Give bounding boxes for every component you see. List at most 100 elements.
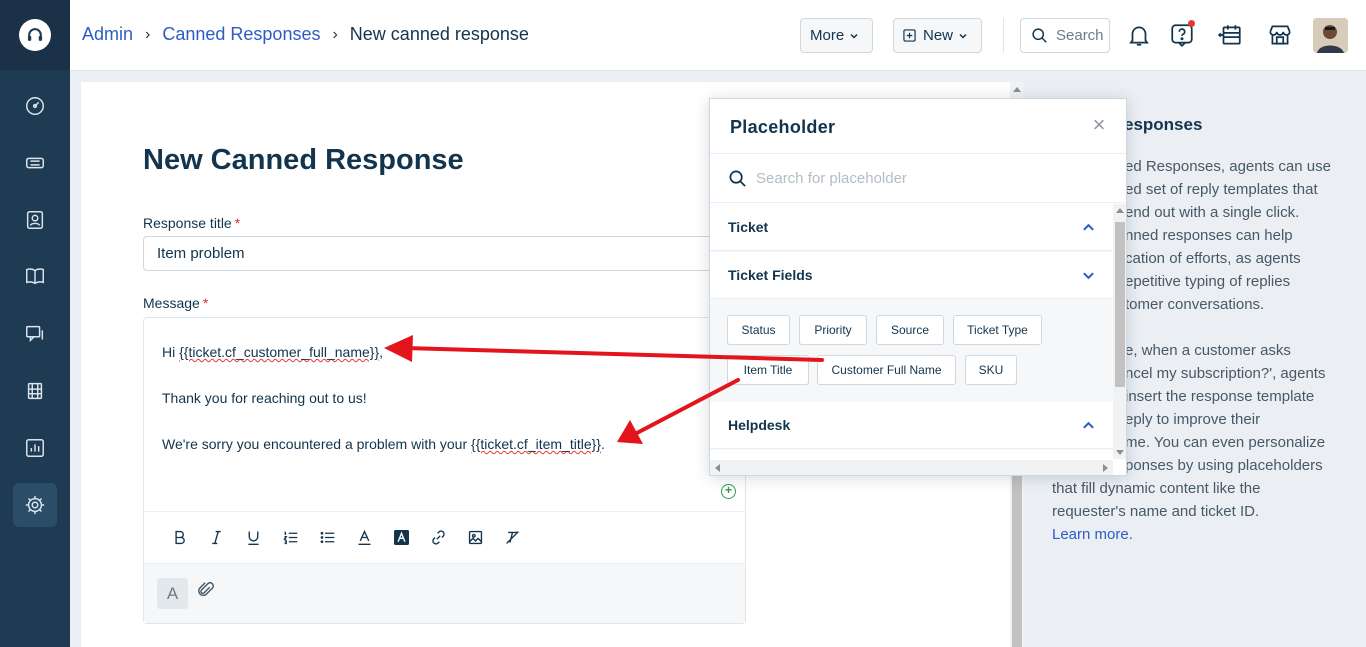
bullet-list-icon — [320, 531, 335, 544]
popover-title: Placeholder — [730, 117, 836, 137]
left-sidebar — [0, 0, 70, 647]
help-button[interactable] — [1167, 20, 1197, 50]
chip-priority[interactable]: Priority — [799, 315, 867, 345]
scroll-up-arrow[interactable] — [1116, 208, 1124, 213]
chevron-down-icon — [959, 33, 967, 39]
editor-footer: A — [144, 563, 745, 623]
insert-placeholder-icon[interactable]: + — [721, 484, 736, 499]
new-button[interactable]: New — [893, 18, 982, 53]
placeholder-search-input[interactable] — [756, 169, 1056, 187]
scroll-thumb[interactable] — [1115, 222, 1125, 387]
user-avatar[interactable] — [1313, 18, 1348, 53]
placeholder-list: Ticket Ticket Fields Status Priority Sou… — [710, 204, 1113, 459]
sidebar-item-team-huddle[interactable] — [13, 369, 57, 413]
scroll-right-arrow[interactable] — [1103, 464, 1108, 472]
response-title-value: Item problem — [157, 245, 245, 262]
headset-icon — [19, 19, 51, 51]
sidebar-item-admin[interactable] — [13, 483, 57, 527]
chevron-up-icon — [1083, 223, 1094, 231]
page-title: New Canned Response — [143, 144, 464, 176]
more-button[interactable]: More — [800, 18, 873, 53]
section-ticket-fields-label: Ticket Fields — [728, 267, 813, 283]
chip-ticket-type[interactable]: Ticket Type — [953, 315, 1042, 345]
sidebar-item-tickets[interactable] — [13, 141, 57, 185]
editor-toolbar — [144, 511, 745, 563]
global-search[interactable]: Search — [1020, 18, 1110, 53]
attach-button[interactable] — [197, 581, 221, 605]
italic-button[interactable] — [198, 523, 235, 553]
popover-vertical-scrollbar[interactable] — [1113, 204, 1126, 459]
planner-icon — [1217, 25, 1241, 45]
placeholder-search[interactable] — [710, 153, 1126, 203]
app-logo[interactable] — [0, 0, 70, 70]
new-label: New — [923, 27, 954, 44]
chip-status[interactable]: Status — [727, 315, 790, 345]
underline-button[interactable] — [235, 523, 272, 553]
breadcrumb-admin[interactable]: Admin — [82, 24, 133, 45]
response-title-label: Response title * — [143, 215, 241, 231]
calendar-switch-button[interactable] — [1215, 20, 1245, 50]
sidebar-item-solutions[interactable] — [13, 254, 57, 298]
top-header: Admin › Canned Responses › New canned re… — [70, 0, 1366, 71]
clear-format-button[interactable] — [494, 523, 531, 553]
highlight-button[interactable] — [383, 523, 420, 553]
store-icon — [1269, 25, 1291, 45]
text-format-toggle[interactable]: A — [157, 578, 188, 609]
placeholder-popover: Placeholder × Ticket Ticket Fields Statu… — [709, 98, 1127, 476]
chip-source[interactable]: Source — [876, 315, 944, 345]
help-title: esponses — [1124, 115, 1203, 134]
text-color-icon — [358, 529, 371, 545]
search-icon — [1032, 28, 1047, 43]
image-button[interactable] — [457, 523, 494, 553]
sidebar-item-reports[interactable] — [13, 426, 57, 470]
notifications-button[interactable] — [1124, 20, 1154, 50]
chip-sku[interactable]: SKU — [965, 355, 1017, 385]
image-icon — [468, 530, 483, 545]
breadcrumb-canned-responses[interactable]: Canned Responses — [162, 24, 320, 45]
scroll-up-arrow[interactable] — [1013, 87, 1021, 92]
breadcrumb-separator: › — [145, 25, 151, 43]
message-line-3: We're sorry you encountered a problem wi… — [162, 436, 605, 452]
message-line-1: Hi {{ticket.cf_customer_full_name}}, — [162, 344, 384, 360]
bold-button[interactable] — [161, 523, 198, 553]
link-icon — [432, 530, 445, 545]
solutions-icon — [26, 268, 44, 285]
paperclip-icon — [198, 582, 214, 597]
chip-customer-full-name[interactable]: Customer Full Name — [817, 355, 956, 385]
chevron-down-icon — [850, 33, 858, 39]
popover-horizontal-scrollbar[interactable] — [710, 460, 1113, 475]
highlight-icon — [394, 530, 409, 545]
contacts-icon — [26, 211, 44, 229]
more-label: More — [810, 27, 845, 44]
numbered-list-icon — [283, 531, 298, 545]
close-icon[interactable]: × — [1090, 114, 1108, 136]
item-title-placeholder: {{ticket.cf_item_title}} — [471, 436, 601, 452]
scroll-left-arrow[interactable] — [715, 464, 720, 472]
chevron-up-icon — [1083, 421, 1094, 429]
sidebar-item-dashboard[interactable] — [13, 84, 57, 128]
text-color-button[interactable] — [346, 523, 383, 553]
reports-icon — [26, 439, 44, 457]
chevron-down-icon — [1083, 271, 1094, 279]
chip-item-title[interactable]: Item Title — [727, 355, 809, 385]
marketplace-button[interactable] — [1265, 20, 1295, 50]
sidebar-item-contacts[interactable] — [13, 198, 57, 242]
search-placeholder: Search — [1056, 27, 1104, 44]
message-line-2: Thank you for reaching out to us! — [162, 390, 367, 406]
section-helpdesk[interactable]: Helpdesk — [710, 402, 1113, 449]
learn-more-link[interactable]: Learn more. — [1052, 523, 1352, 546]
sidebar-item-forums[interactable] — [13, 312, 57, 356]
dashboard-icon — [26, 97, 44, 115]
scroll-down-arrow[interactable] — [1116, 450, 1124, 455]
bullet-list-button[interactable] — [309, 523, 346, 553]
breadcrumb-separator: › — [332, 25, 338, 43]
section-ticket[interactable]: Ticket — [710, 204, 1113, 251]
section-ticket-fields[interactable]: Ticket Fields — [710, 252, 1113, 299]
italic-icon — [212, 530, 221, 545]
bold-icon — [175, 530, 185, 545]
breadcrumb: Admin › Canned Responses › New canned re… — [82, 24, 529, 45]
message-editor[interactable]: Hi {{ticket.cf_customer_full_name}}, Tha… — [143, 317, 746, 624]
link-button[interactable] — [420, 523, 457, 553]
search-icon — [729, 170, 746, 187]
numbered-list-button[interactable] — [272, 523, 309, 553]
